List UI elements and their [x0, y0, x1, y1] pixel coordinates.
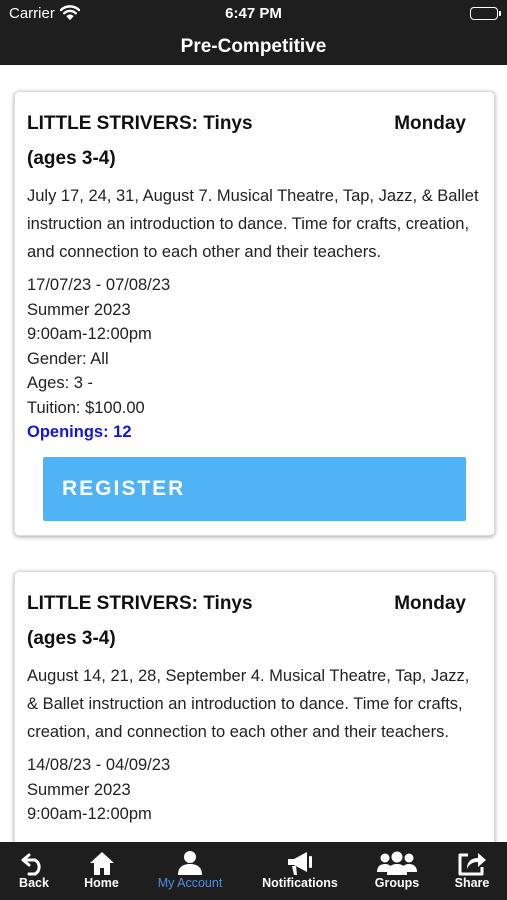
class-title: LITTLE STRIVERS: Tinys (ages 3-4) [27, 586, 367, 656]
class-card-header: LITTLE STRIVERS: Tinys (ages 3-4) Monday [27, 106, 482, 176]
class-card: LITTLE STRIVERS: Tinys (ages 3-4) Monday… [14, 571, 495, 842]
class-title: LITTLE STRIVERS: Tinys (ages 3-4) [27, 106, 367, 176]
tab-bar: Back Home My Account Notifications Group… [0, 842, 507, 900]
class-day: Monday [394, 113, 466, 134]
class-time: 9:00am-12:00pm [27, 325, 152, 343]
page-title: Pre-Competitive [180, 36, 327, 57]
navigation-bar: Pre-Competitive [0, 30, 507, 65]
tab-label: Home [84, 876, 119, 890]
status-time: 6:47 PM [225, 5, 282, 22]
class-description: August 14, 21, 28, September 4. Musical … [27, 667, 470, 741]
tab-label: My Account [157, 876, 223, 890]
tab-label: Back [19, 876, 49, 890]
class-day: Monday [394, 593, 466, 614]
register-button[interactable]: REGISTER [43, 456, 466, 521]
class-card-header: LITTLE STRIVERS: Tinys (ages 3-4) Monday [27, 586, 482, 656]
class-tuition: Tuition: $100.00 [27, 398, 145, 417]
class-ages: Ages: 3 - [27, 374, 94, 392]
group-icon [362, 842, 432, 876]
class-title-line2: (ages 3-4) [27, 148, 116, 169]
class-openings: Openings: 12 [27, 423, 132, 441]
class-title-line1: LITTLE STRIVERS: Tinys [27, 113, 253, 134]
share-icon [440, 842, 504, 876]
tab-back[interactable]: Back [0, 842, 68, 900]
class-details: 17/07/23 - 07/08/23 Summer 2023 9:00am-1… [27, 273, 482, 445]
class-dates: 17/07/23 - 07/08/23 [27, 276, 171, 294]
tab-groups[interactable]: Groups [362, 842, 432, 900]
status-bar: Carrier 6:47 PM [0, 0, 507, 30]
user-icon [140, 842, 240, 876]
class-gender: Gender: All [27, 349, 109, 368]
class-session: Summer 2023 [27, 300, 131, 319]
battery-icon [470, 7, 501, 20]
tab-home[interactable]: Home [68, 842, 135, 900]
megaphone-icon [252, 842, 348, 876]
class-card: LITTLE STRIVERS: Tinys (ages 3-4) Monday… [14, 91, 495, 536]
tab-label: Groups [374, 876, 420, 890]
class-description: July 17, 24, 31, August 7. Musical Theat… [27, 187, 479, 261]
tab-my-account[interactable]: My Account [140, 842, 240, 900]
class-title-line1: LITTLE STRIVERS: Tinys [27, 593, 253, 614]
class-list[interactable]: LITTLE STRIVERS: Tinys (ages 3-4) Monday… [0, 65, 507, 842]
tab-share[interactable]: Share [440, 842, 504, 900]
back-arrow-icon [0, 842, 68, 876]
class-details: 14/08/23 - 04/09/23 Summer 2023 9:00am-1… [27, 753, 482, 827]
class-time: 9:00am-12:00pm [27, 805, 152, 823]
home-icon [68, 842, 135, 876]
tab-notifications[interactable]: Notifications [252, 842, 348, 900]
class-session: Summer 2023 [27, 780, 131, 799]
class-dates: 14/08/23 - 04/09/23 [27, 756, 171, 774]
tab-label: Notifications [262, 876, 338, 890]
class-title-line2: (ages 3-4) [27, 628, 116, 649]
tab-label: Share [454, 876, 490, 890]
